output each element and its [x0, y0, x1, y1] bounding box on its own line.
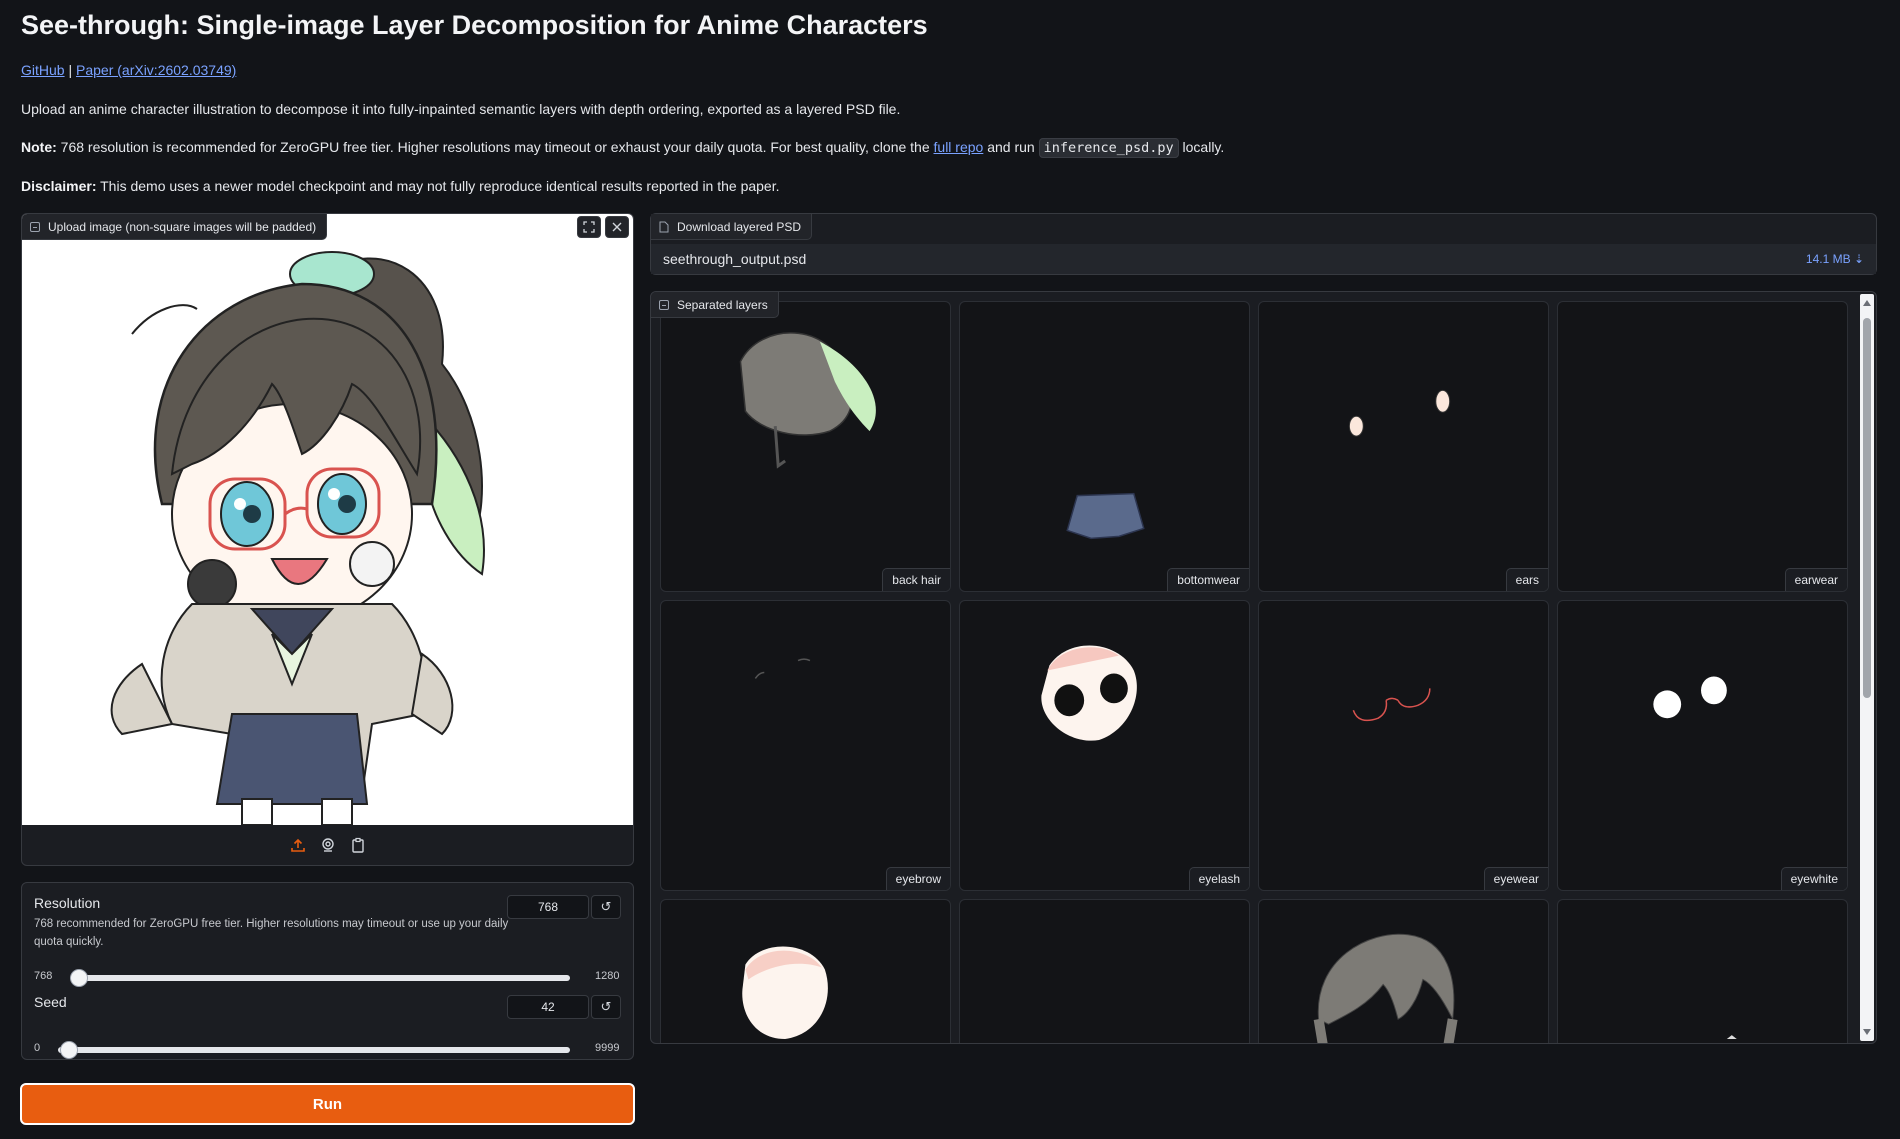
download-label: Download layered PSD [651, 214, 813, 240]
image-icon [659, 299, 669, 310]
seed-min: 0 [34, 1042, 41, 1054]
note-part-3: locally. [1182, 139, 1225, 155]
eyelash-layer-image [1041, 645, 1137, 741]
gallery-item-back-hair[interactable]: back hair [660, 301, 951, 592]
ears-layer-image [1348, 389, 1451, 437]
gallery-item-eyewear[interactable]: eyewear [1258, 600, 1549, 891]
resolution-slider[interactable] [70, 969, 570, 987]
settings-panel: Resolution 768 recommended for ZeroGPU f… [21, 882, 634, 1060]
upload-image-panel[interactable]: Upload image (non-square images will be … [21, 213, 634, 866]
page-title: See-through: Single-image Layer Decompos… [21, 10, 928, 40]
disclaimer-text: Disclaimer: This demo uses a newer model… [21, 177, 1881, 195]
header: See-through: Single-image Layer Decompos… [21, 10, 1881, 215]
bottomwear-layer-image [1066, 492, 1145, 540]
image-icon [30, 221, 40, 232]
character-illustration [110, 251, 485, 826]
last-layer-image [1726, 1035, 1737, 1040]
full-repo-link[interactable]: full repo [934, 139, 984, 155]
seed-slider-thumb[interactable] [60, 1041, 79, 1059]
eyebrow-layer-image [754, 658, 811, 679]
upload-corner-buttons [577, 216, 629, 238]
run-button[interactable]: Run [20, 1083, 635, 1125]
front-hair-layer-image [1313, 933, 1458, 1043]
links-row: GitHub | Paper (arXiv:2602.03749) [21, 62, 1881, 78]
gallery-item-front-hair[interactable] [1258, 899, 1549, 1043]
download-label-text: Download layered PSD [677, 219, 802, 234]
gallery-item-last[interactable] [1557, 899, 1848, 1043]
gallery-item-face[interactable] [660, 899, 951, 1043]
file-size-text: 14.1 MB [1805, 252, 1851, 266]
disclaimer-body: This demo uses a newer model checkpoint … [100, 178, 780, 194]
empty-layer-image [960, 900, 1249, 1044]
gallery-label-text: Separated layers [677, 297, 768, 312]
github-link[interactable]: GitHub [21, 62, 65, 78]
face-layer-image [742, 946, 828, 1040]
seed-reset-icon[interactable]: ↺ [591, 995, 621, 1019]
inference-code: inference_psd.py [1038, 138, 1179, 158]
gallery-item-ears[interactable]: ears [1258, 301, 1549, 592]
resolution-slider-thumb[interactable] [70, 969, 88, 987]
upload-icon[interactable] [289, 836, 307, 854]
scroll-up-icon[interactable] [1862, 298, 1872, 308]
resolution-min: 768 [34, 970, 53, 982]
note-text: Note: 768 resolution is recommended for … [21, 138, 1881, 158]
gallery-label: Separated layers [651, 292, 779, 318]
gallery-item-bottomwear[interactable]: bottomwear [959, 301, 1250, 592]
resolution-number-input[interactable]: 768 [507, 895, 589, 919]
seed-max: 9999 [595, 1042, 620, 1054]
resolution-label: Resolution [34, 895, 101, 911]
upload-toolbar [22, 825, 633, 865]
seed-number-input[interactable]: 42 [507, 995, 589, 1019]
gallery-caption: eyelash [1188, 867, 1249, 890]
resolution-description: 768 recommended for ZeroGPU free tier. H… [34, 918, 509, 948]
gallery-item-eyewhite[interactable]: eyewhite [1557, 600, 1848, 891]
close-icon[interactable] [605, 216, 629, 238]
uploaded-character-image[interactable] [22, 214, 633, 826]
gallery-item-eyelash[interactable]: eyelash [959, 600, 1250, 891]
gallery-caption: bottomwear [1167, 568, 1249, 591]
seed-slider[interactable] [58, 1041, 570, 1059]
eyewhite-layer-image [1653, 676, 1727, 719]
gallery-caption: eyewear [1483, 867, 1548, 890]
back-hair-layer-image [739, 332, 876, 469]
scroll-down-icon[interactable] [1862, 1027, 1872, 1037]
note-part-2: and run [987, 139, 1035, 155]
file-name[interactable]: seethrough_output.psd [663, 251, 806, 267]
fullscreen-icon[interactable] [577, 216, 601, 238]
disclaimer-label: Disclaimer: [21, 178, 97, 194]
gallery-caption: eyewhite [1780, 867, 1847, 890]
gallery-item-eyebrow[interactable]: eyebrow [660, 600, 951, 891]
description-text: Upload an anime character illustration t… [21, 101, 901, 117]
note-label: Note: [21, 139, 57, 155]
seed-label: Seed [34, 994, 67, 1010]
upload-label: Upload image (non-square images will be … [22, 214, 328, 240]
gallery-item-empty[interactable] [959, 899, 1250, 1044]
download-panel: Download layered PSD seethrough_output.p… [650, 213, 1877, 275]
gallery-scrollbar[interactable] [1860, 294, 1874, 1041]
separated-layers-gallery: back hair bottomwear ears earwear eyebro… [650, 291, 1877, 1044]
gallery-scroll-thumb[interactable] [1863, 318, 1871, 698]
gallery-caption: ears [1505, 568, 1548, 591]
resolution-reset-icon[interactable]: ↺ [591, 895, 621, 919]
paper-link[interactable]: Paper (arXiv:2602.03749) [76, 62, 236, 78]
link-separator: | [68, 62, 73, 78]
clipboard-icon[interactable] [349, 836, 367, 854]
upload-label-text: Upload image (non-square images will be … [48, 219, 317, 234]
gallery-caption: earwear [1784, 568, 1847, 591]
download-arrow-icon: ⇣ [1853, 252, 1864, 266]
file-size[interactable]: 14.1 MB ⇣ [1806, 252, 1864, 266]
gallery-item-earwear[interactable]: earwear [1557, 301, 1848, 592]
webcam-icon[interactable] [319, 836, 337, 854]
file-icon [659, 221, 669, 232]
note-part-1: 768 resolution is recommended for ZeroGP… [60, 139, 930, 155]
download-file-row[interactable]: seethrough_output.psd 14.1 MB ⇣ [651, 244, 1876, 274]
gallery-caption: eyebrow [885, 867, 950, 890]
earwear-layer-image [1558, 302, 1847, 591]
gallery-grid: back hair bottomwear ears earwear eyebro… [660, 301, 1850, 1044]
gallery-caption: back hair [882, 568, 950, 591]
resolution-max: 1280 [595, 970, 620, 982]
eyewear-layer-image [1352, 688, 1431, 722]
